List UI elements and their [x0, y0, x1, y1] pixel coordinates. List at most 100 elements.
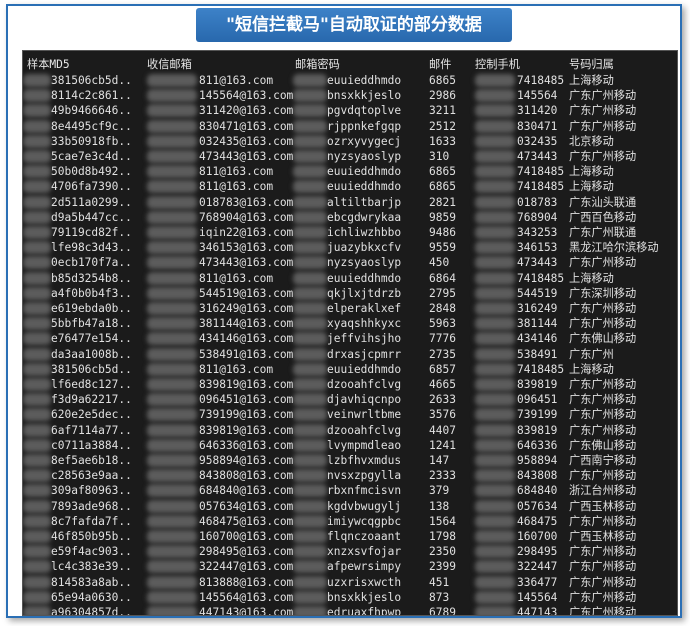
cell-phone: 346153	[517, 241, 558, 255]
cell-count: 873	[429, 590, 450, 604]
phone-redaction	[475, 423, 515, 437]
cell-count: 2848	[429, 302, 456, 315]
cell-location: 北京移动	[569, 134, 614, 148]
email-redaction	[147, 499, 197, 513]
cell-phone: 830471	[517, 119, 558, 133]
cell-location: 广东佛山移动	[569, 438, 637, 452]
md5-redaction	[23, 226, 51, 239]
cell-password: rjppnkefgqp	[327, 119, 402, 133]
email-redaction	[147, 150, 197, 163]
table-row: 49b9466646.. 311420@163.com pgvdqtoplve 321…	[23, 103, 677, 118]
password-redaction	[293, 302, 327, 315]
cell-count: 1798	[429, 530, 456, 543]
cell-password: bnsxkkjeslo	[327, 590, 402, 604]
cell-location: 广东广州移动	[569, 89, 637, 103]
email-redaction	[147, 74, 197, 87]
cell-password: altiltbarjp	[327, 195, 402, 209]
md5-redaction	[23, 104, 51, 118]
cell-md5: 49b9466646..	[51, 104, 132, 118]
cell-phone: 839819	[517, 423, 558, 437]
password-redaction	[293, 408, 327, 422]
cell-location: 黑龙江哈尔滨移动	[569, 241, 659, 255]
md5-redaction	[23, 560, 51, 574]
table-row: 2d511a0299.. 018783@163.com altiltbarjp 282…	[23, 195, 677, 210]
md5-redaction	[23, 530, 51, 543]
cell-phone: 381144	[517, 317, 558, 331]
email-redaction	[147, 530, 197, 543]
phone-redaction	[475, 165, 515, 179]
cell-md5: f3d9a62217..	[51, 393, 132, 407]
cell-password: bnsxkkjeslo	[327, 89, 402, 103]
password-redaction	[293, 256, 327, 270]
figure-frame: "短信拦截马"自动取证的部分数据 样本MD5 收信邮箱 邮箱密码 邮件 控制手机…	[6, 4, 682, 618]
md5-redaction	[23, 150, 51, 163]
md5-redaction	[23, 484, 51, 498]
email-redaction	[147, 210, 197, 224]
md5-redaction	[23, 241, 51, 255]
cell-count: 147	[429, 454, 450, 467]
cell-phone: 473443	[517, 256, 558, 270]
md5-redaction	[23, 362, 51, 376]
cell-phone: 298495	[517, 545, 558, 559]
cell-phone: 958894	[517, 454, 558, 467]
email-redaction	[147, 165, 197, 179]
email-redaction	[147, 180, 197, 194]
md5-redaction	[23, 469, 51, 483]
cell-md5: 381506cb5d..	[51, 362, 132, 376]
table-row: 65e94a0630.. 145564@163.com bnsxkkjeslo 873…	[23, 590, 677, 605]
cell-location: 广东广州	[569, 347, 614, 361]
phone-redaction	[475, 530, 515, 543]
phone-redaction	[475, 195, 515, 209]
cell-password: nyzsyaoslyp	[327, 256, 402, 270]
table-row: f3d9a62217.. 096451@163.com djavhiqcnpo 263…	[23, 392, 677, 407]
table-row: lc4c383e39.. 322447@163.com afpewrsimpy 239…	[23, 559, 677, 574]
cell-md5: 79119cd82f..	[51, 226, 132, 239]
password-redaction	[293, 454, 327, 467]
cell-email: 739199@163.com	[199, 408, 294, 422]
cell-count: 6865	[429, 74, 456, 87]
email-redaction	[147, 590, 197, 604]
password-redaction	[293, 606, 327, 615]
md5-redaction	[23, 347, 51, 361]
email-redaction	[147, 454, 197, 467]
cell-md5: 0ecb170f7a..	[51, 256, 132, 270]
table-row: a4f0b0b4f3.. 544519@163.com qkjlxjtdrzb 279…	[23, 286, 677, 301]
email-redaction	[147, 545, 197, 559]
cell-count: 7776	[429, 332, 456, 346]
table-row: 4706fa7390.. 811@163.com euuieddhmdo 6865 74…	[23, 179, 677, 194]
cell-phone: 322447	[517, 560, 558, 574]
cell-md5: 8c7fafda7f..	[51, 514, 132, 528]
email-redaction	[147, 134, 197, 148]
cell-phone: 447143	[517, 606, 558, 616]
cell-phone: 538491	[517, 347, 558, 361]
phone-redaction	[475, 408, 515, 422]
cell-md5: lf6ed8c127..	[51, 378, 132, 391]
cell-md5: 620e2e5dec..	[51, 408, 132, 422]
md5-redaction	[23, 499, 51, 513]
md5-redaction	[23, 317, 51, 331]
cell-md5: lfe98c3d43..	[51, 241, 132, 255]
md5-redaction	[23, 423, 51, 437]
cell-location: 广东广州移动	[569, 545, 637, 559]
md5-redaction	[23, 302, 51, 315]
cell-email: 839819@163.com	[199, 378, 294, 391]
cell-md5: e619ebda0b..	[51, 302, 132, 315]
cell-phone: 739199	[517, 408, 558, 422]
cell-email: 839819@163.com	[199, 423, 294, 437]
cell-password: euuieddhmdo	[327, 180, 402, 194]
password-redaction	[293, 499, 327, 513]
email-redaction	[147, 362, 197, 376]
cell-email: 447143@163.com	[199, 606, 294, 616]
phone-redaction	[475, 210, 515, 224]
cell-email: 057634@163.com	[199, 499, 294, 513]
cell-password: jeffvihsjho	[327, 332, 402, 346]
cell-md5: d9a5b447cc..	[51, 210, 132, 224]
cell-password: lzbfhvxmdus	[327, 454, 402, 467]
cell-password: djavhiqcnpo	[327, 393, 402, 407]
cell-password: edruaxfhpwp	[327, 606, 402, 616]
password-redaction	[293, 347, 327, 361]
phone-redaction	[475, 317, 515, 331]
table-row: 381506cb5d.. 811@163.com euuieddhmdo 6857 74…	[23, 362, 677, 377]
phone-redaction	[475, 438, 515, 452]
cell-md5: 309af80963..	[51, 484, 132, 498]
